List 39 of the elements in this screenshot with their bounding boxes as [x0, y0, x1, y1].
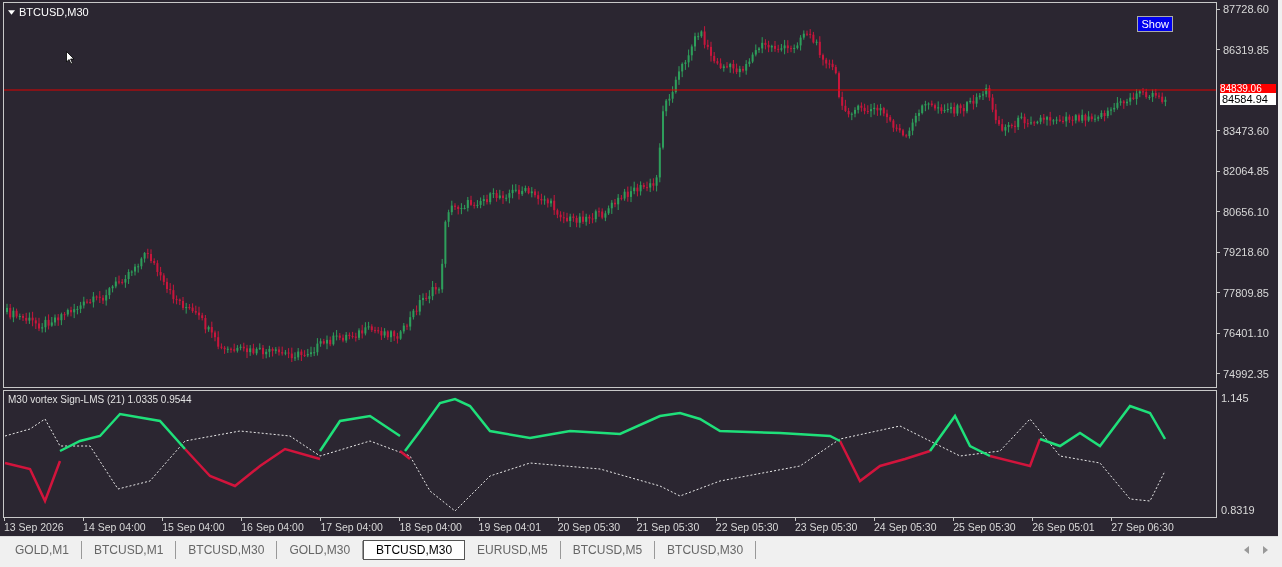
falling-indicator-segment	[4, 460, 62, 505]
scroll-right-icon[interactable]	[1263, 546, 1268, 554]
time-axis-label: 20 Sep 05:30	[557, 521, 622, 533]
time-axis-label: 23 Sep 05:30	[794, 521, 859, 533]
falling-indicator-segment	[989, 438, 1042, 468]
dropdown-triangle-icon[interactable]	[8, 9, 15, 15]
time-axis-label: 25 Sep 05:30	[953, 521, 1017, 533]
bid-price-label: 84839.06	[1220, 84, 1276, 93]
time-axis-label: 17 Sep 04:00	[320, 521, 384, 533]
price-tick-label: 80656.10	[1223, 205, 1269, 218]
price-tick-label: 87728.60	[1223, 3, 1269, 15]
time-axis-label: 13 Sep 2026	[4, 521, 65, 533]
time-axis-label: 18 Sep 04:00	[399, 521, 463, 533]
time-axis-label: 19 Sep 04:01	[478, 521, 543, 533]
time-axis-label: 22 Sep 05:30	[715, 521, 780, 533]
time-axis-label: 21 Sep 05:30	[636, 521, 701, 533]
last-price-label: 84584.94	[1220, 93, 1276, 105]
rising-indicator-segment	[929, 413, 991, 458]
price-tick-label: 79218.60	[1223, 246, 1269, 258]
time-axis-label: 26 Sep 05:01	[1032, 521, 1096, 533]
scroll-left-icon[interactable]	[1244, 546, 1249, 554]
price-tick-label: 82064.85	[1223, 165, 1269, 177]
price-tick-label: 76401.10	[1223, 327, 1269, 339]
show-button[interactable]: Show	[1137, 16, 1173, 32]
price-tick-label: 86319.85	[1223, 43, 1269, 56]
time-axis-label: 27 Sep 06:30	[1111, 521, 1175, 533]
cursor-icon	[66, 51, 75, 65]
indicator-label: M30 vortex Sign-LMS (21) 1.0335 0.9544	[8, 394, 192, 405]
indicator-min-label: 0.8319	[1221, 504, 1256, 516]
falling-indicator-segment	[399, 450, 411, 460]
chart-tab[interactable]: BTCUSD,M30	[363, 540, 466, 560]
price-tick-label: 74992.35	[1223, 367, 1269, 380]
price-tick-label: 83473.60	[1223, 124, 1269, 137]
time-axis-label: 14 Sep 04:00	[83, 521, 147, 533]
price-tick-label: 77809.85	[1223, 286, 1269, 299]
time-axis-label: 15 Sep 04:00	[162, 521, 226, 533]
indicator-max-label: 1.145	[1221, 392, 1250, 404]
time-axis-label: 16 Sep 04:00	[241, 521, 305, 533]
time-axis-label: 24 Sep 05:30	[874, 521, 938, 533]
